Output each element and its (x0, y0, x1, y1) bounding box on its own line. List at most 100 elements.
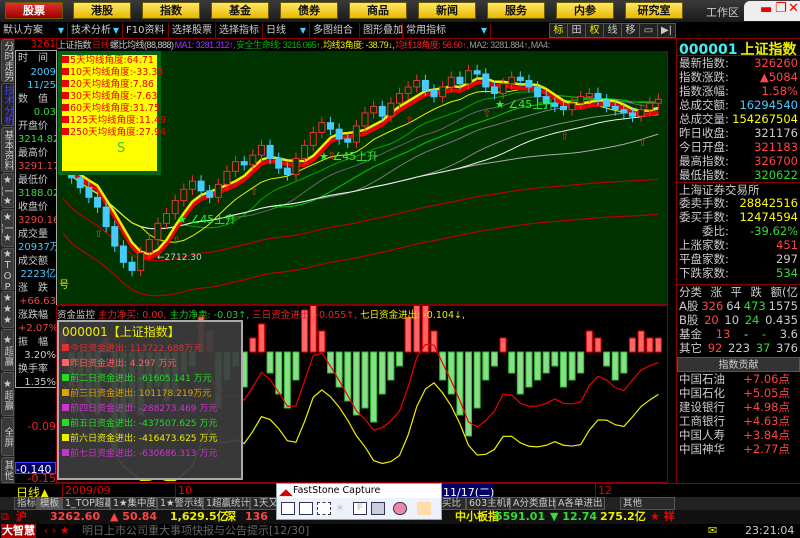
indicator-tab[interactable]: 1超赢统计 (203, 497, 250, 510)
toggle-5[interactable]: ▭ (639, 23, 658, 38)
nav-5[interactable]: 商品 (349, 2, 407, 19)
nav-1[interactable]: 港股 (73, 2, 131, 19)
indicator-tab[interactable]: 1★警示线 (157, 497, 203, 510)
tool-6[interactable]: 多图组合▼ (310, 23, 360, 50)
toggle-1[interactable]: 田 (567, 23, 586, 38)
open-label: 开盘价 (18, 120, 48, 132)
indicator-tab[interactable]: 603主机散 (466, 497, 516, 510)
angle3: 均线3角度: -38.79↓, (323, 40, 395, 50)
capture-object-icon[interactable] (299, 502, 313, 515)
side-tab-2[interactable]: 基本资料 (1, 127, 14, 172)
candle (577, 96, 585, 104)
tool-8[interactable]: 常用指标 ▼ (403, 23, 491, 38)
toggle-4[interactable]: 移 (621, 23, 640, 38)
side-tab-4[interactable]: ★一★招 (1, 209, 14, 247)
indicator-tab[interactable]: 1★集中度 (110, 497, 157, 510)
quote-row: 最低指数: 320622 (677, 168, 800, 182)
nav-7[interactable]: 服务 (487, 2, 545, 19)
nav-9[interactable]: 研究室 (625, 2, 683, 19)
capture-scroll-icon[interactable] (371, 502, 385, 515)
candle (404, 86, 412, 94)
contrib-value: +2.77点 (743, 442, 790, 456)
period: 日线 (92, 40, 110, 50)
capture-freehand-icon[interactable]: ✶ (335, 502, 349, 515)
tool-3[interactable]: 选择股票 (169, 23, 216, 38)
restore-icon[interactable]: ❐ (775, 1, 787, 16)
nav-0[interactable]: 股票 (5, 2, 63, 19)
ma1: MA1: 3281.312↑, (174, 40, 236, 50)
nav-4[interactable]: 债券 (280, 2, 338, 19)
capture-settings-icon[interactable] (417, 502, 431, 515)
news-headline[interactable]: 明日上市公司重大事项快报与公告提示[12/30] (82, 524, 309, 538)
faststone-capture-window[interactable]: ◢◣ FastStone Capture ✶ F (276, 483, 442, 520)
candle (525, 79, 533, 88)
side-tab-1[interactable]: 技术分析 (1, 83, 14, 126)
tool-5[interactable]: 日线 ▼ (263, 23, 310, 38)
nav-6[interactable]: 新闻 (418, 2, 476, 19)
indicator-tab[interactable]: 1_TOP超赢 (62, 497, 114, 510)
quote-value: 534 (776, 266, 798, 280)
candle (197, 180, 205, 192)
toggle-2[interactable]: 权 (585, 23, 604, 38)
ticker-sh_chg: ▲ 50.84 (110, 510, 158, 523)
nav-8[interactable]: 内参 (556, 2, 614, 19)
flow-bar (603, 351, 611, 367)
indicator-tab[interactable]: A分类盘比 (510, 497, 558, 510)
side-tab-6[interactable]: ★★★ (1, 291, 14, 328)
side-tab-8[interactable]: ★超赢 (1, 372, 14, 416)
tool-4[interactable]: 选择指标 (216, 23, 263, 38)
indicator-tab[interactable]: 模板 (37, 497, 62, 510)
brand-logo[interactable]: 大智慧 (1, 524, 36, 538)
ticker-zx_val: 5591.01 (495, 510, 546, 523)
capture-window-icon[interactable] (281, 502, 295, 515)
side-tab-9[interactable]: 全屏 (1, 417, 14, 456)
contrib-stock: 工商银行 (679, 414, 725, 428)
tool-0[interactable]: 默认方案 ▼ (0, 23, 68, 38)
candle (611, 105, 619, 111)
flow-bar (568, 351, 576, 381)
indicator-tab[interactable]: A各单进出 (555, 497, 605, 510)
table-cell: 92 (707, 341, 723, 355)
toggle-3[interactable]: 线 (603, 23, 622, 38)
tool-label: 技术分析 (71, 25, 111, 36)
value-label: 数 值 (18, 93, 48, 105)
side-tab-3[interactable]: ★一★招 (1, 173, 14, 208)
toggle-6[interactable]: ▶| (657, 23, 676, 38)
candle (301, 144, 309, 159)
contrib-row[interactable]: 建设银行 +4.98点 (677, 400, 800, 414)
side-tab-10[interactable]: 其他 (1, 457, 14, 483)
news-nav-icon[interactable]: ‹ › ★ (44, 524, 70, 538)
nav-3[interactable]: 基金 (211, 2, 269, 19)
workspace-label[interactable]: 工作区 (706, 4, 739, 20)
contrib-row[interactable]: 中国神华 +2.77点 (677, 442, 800, 456)
quote-value: 321176 (754, 126, 798, 140)
contrib-row[interactable]: 中国石油 +7.06点 (677, 372, 800, 386)
contrib-header[interactable]: 指数贡献 (677, 357, 800, 372)
close-icon[interactable]: ✕ (788, 1, 799, 16)
minimize-icon[interactable]: ▬ (760, 2, 772, 17)
capture-rect-icon[interactable] (317, 502, 331, 515)
nav-2[interactable]: 指数 (142, 2, 200, 19)
contrib-row[interactable]: 工商银行 +4.63点 (677, 414, 800, 428)
capture-output-icon[interactable] (393, 502, 407, 515)
tool-label: 日线 (266, 25, 286, 36)
indicator-tab[interactable]: 其他 (620, 497, 675, 510)
side-tab-5[interactable]: ★TOP (1, 248, 14, 290)
tool-2[interactable]: F10资料 (123, 23, 169, 38)
contrib-row[interactable]: 中国人寿 +3.84点 (677, 428, 800, 442)
capture-fullscreen-icon[interactable]: F (353, 502, 367, 515)
contrib-row[interactable]: 中国石化 +5.05点 (677, 386, 800, 400)
indicator-tab[interactable]: 指标 (14, 497, 37, 510)
quote-value: 326260 (754, 56, 798, 70)
toggle-0[interactable]: 标 (549, 23, 568, 38)
ticker-toggle-icon[interactable]: ⧉ (1, 510, 9, 524)
side-tab-0[interactable]: 分时走势 (1, 39, 14, 82)
tool-1[interactable]: 技术分析 ▼ (68, 23, 123, 38)
candle (378, 105, 386, 117)
tool-7[interactable]: 图形叠加 (360, 23, 403, 38)
candle (76, 177, 84, 189)
mail-icon[interactable]: ✉ (708, 524, 717, 538)
flow-bar (482, 351, 490, 381)
rise-signal-label: ★ ∠45上升 (177, 213, 236, 226)
side-tab-7[interactable]: ★超赢 (1, 329, 14, 371)
